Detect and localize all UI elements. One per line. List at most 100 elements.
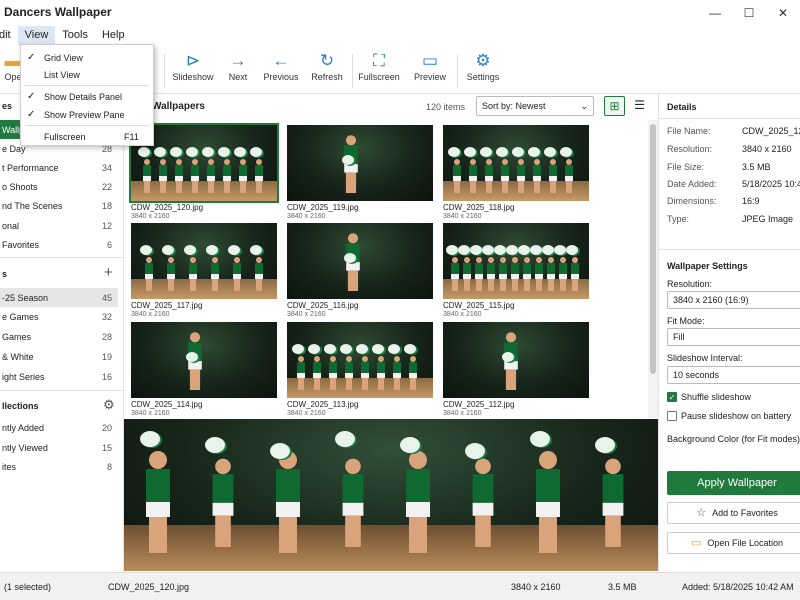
menu-item-fullscreen[interactable]: Fullscreen F11	[21, 128, 153, 145]
thumbnail-image[interactable]	[131, 223, 277, 299]
sidebar-item[interactable]: t Performance 34	[0, 158, 118, 177]
sidebar-item-label: ites	[2, 461, 17, 472]
open-file-location-button[interactable]: ▭ Open File Location	[667, 532, 800, 554]
status-filename: CDW_2025_120.jpg	[108, 582, 190, 592]
dancer-figure	[175, 159, 183, 194]
thumbnail-image[interactable]	[287, 223, 433, 299]
fullscreen-button[interactable]: ⛶ Fullscreen	[358, 50, 400, 82]
slideshow-button[interactable]: ⊳ Slideshow	[172, 50, 214, 82]
maximize-icon[interactable]: ☐	[732, 0, 766, 26]
close-icon[interactable]: ✕	[766, 0, 800, 26]
pom-pom-shape	[465, 443, 485, 459]
thumbnail-image[interactable]	[443, 223, 589, 299]
toolbar-divider	[352, 54, 353, 88]
sidebar-item-count: 12	[101, 220, 112, 231]
thumbnail-dimensions: 3840 x 2160	[287, 311, 326, 318]
thumbnail-image[interactable]	[287, 125, 433, 201]
sidebar-item[interactable]: ntly Added 20	[0, 418, 118, 437]
sidebar-item[interactable]: Games 28	[0, 327, 118, 346]
menu-view[interactable]: View	[17, 26, 56, 46]
dancer-figure	[393, 356, 401, 391]
pom-pom-shape	[530, 245, 542, 255]
previous-button[interactable]: ← Previous	[262, 50, 300, 82]
dancer-figure	[499, 257, 507, 292]
dancer-figure	[511, 257, 519, 292]
menu-help[interactable]: Help	[95, 26, 132, 46]
grid-view-icon[interactable]: ⊞	[604, 96, 625, 116]
menu-bar: dit View Tools Help	[0, 26, 800, 46]
dancer-figure	[487, 257, 495, 292]
menu-item-show-details[interactable]: ✓ Show Details Panel	[21, 88, 153, 105]
sidebar-section-header: es	[2, 101, 13, 111]
status-size: 3.5 MB	[608, 582, 637, 592]
gallery-scrollbar[interactable]	[648, 120, 658, 418]
sidebar-item[interactable]: onal 12	[0, 216, 118, 235]
resolution-dropdown[interactable]: 3840 x 2160 (16:9)	[667, 291, 800, 309]
dancer-figure	[189, 257, 197, 292]
menu-item-show-preview[interactable]: ✓ Show Preview Pane	[21, 106, 153, 123]
sidebar-item[interactable]: Favorites 6	[0, 235, 118, 254]
sidebar-item[interactable]: ight Series 16	[0, 367, 118, 386]
minimize-icon[interactable]: —	[698, 0, 732, 26]
thumbnail-dimensions: 3840 x 2160	[131, 311, 170, 318]
detail-key: Type:	[667, 214, 690, 224]
menu-item-list-view[interactable]: List View	[21, 66, 153, 83]
list-view-icon[interactable]: ☰	[629, 96, 650, 116]
pom-pom-shape	[506, 245, 518, 255]
sidebar-item[interactable]: ites 8	[0, 457, 118, 476]
add-icon[interactable]: +	[104, 264, 113, 281]
shuffle-checkbox[interactable]: ✓ Shuffle slideshow	[667, 392, 751, 402]
title-bar: s Dancers Wallpaper — ☐ ✕	[0, 0, 800, 26]
sidebar-item[interactable]: -25 Season 45	[0, 288, 118, 307]
fit-mode-dropdown[interactable]: Fill	[667, 328, 800, 346]
pom-pom-shape	[388, 344, 400, 354]
thumbnail-filename: CDW_2025_115.jpg	[443, 301, 515, 310]
refresh-button[interactable]: ↻ Refresh	[310, 50, 344, 82]
menu-tools[interactable]: Tools	[55, 26, 95, 46]
thumbnail-image[interactable]	[443, 322, 589, 398]
sidebar-item[interactable]: & White 19	[0, 347, 118, 366]
sidebar-item[interactable]: e Games 32	[0, 307, 118, 326]
menu-item-grid-view[interactable]: ✓ Grid View	[21, 49, 153, 66]
menu-edit[interactable]: dit	[0, 26, 18, 46]
sidebar-item[interactable]: ntly Viewed 15	[0, 438, 118, 457]
pom-pom-shape	[335, 431, 355, 447]
thumbnail-image[interactable]	[287, 322, 433, 398]
add-to-favorites-button[interactable]: ☆ Add to Favorites	[667, 502, 800, 524]
sort-dropdown[interactable]: Sort by: Newest ⌄	[476, 96, 594, 116]
sidebar-item[interactable]: nd The Scenes 18	[0, 196, 118, 215]
pom-pom-shape	[464, 147, 476, 157]
pom-pom-shape	[544, 147, 556, 157]
preview-button[interactable]: ▭ Preview	[412, 50, 448, 82]
pom-pom-shape	[250, 147, 262, 157]
thumbnail-image[interactable]	[443, 125, 589, 201]
settings-button[interactable]: ⚙ Settings	[464, 50, 502, 82]
detail-key: File Name:	[667, 126, 711, 136]
dancer-figure	[377, 356, 385, 391]
interval-dropdown[interactable]: 10 seconds	[667, 366, 800, 384]
thumbnail-image[interactable]	[131, 322, 277, 398]
menu-item-shortcut: F11	[124, 132, 139, 142]
dancer-figure	[453, 159, 461, 194]
sidebar-item-count: 16	[101, 371, 112, 382]
next-button[interactable]: → Next	[224, 50, 252, 82]
pom-pom-shape	[162, 245, 174, 255]
sidebar-item-count: 32	[101, 311, 112, 322]
dancer-figure	[191, 159, 199, 194]
pause-battery-checkbox[interactable]: Pause slideshow on battery	[667, 411, 791, 421]
sidebar-item-count: 34	[101, 162, 112, 173]
pom-pom-shape	[186, 147, 198, 157]
thumbnail-dimensions: 3840 x 2160	[131, 213, 170, 220]
pom-pom-shape	[292, 344, 304, 354]
pom-pom-shape	[528, 147, 540, 157]
detail-value: 16:9	[742, 196, 760, 206]
gear-icon[interactable]: ⚙	[103, 397, 115, 413]
interval-value: 10 seconds	[673, 370, 720, 380]
pom-pom-shape	[206, 245, 218, 255]
sidebar-item[interactable]: o Shoots 22	[0, 177, 118, 196]
thumbnail-dimensions: 3840 x 2160	[443, 213, 482, 220]
dancer-figure	[342, 458, 364, 547]
apply-wallpaper-button[interactable]: Apply Wallpaper	[667, 471, 800, 495]
dancer-figure	[406, 451, 430, 553]
scrollbar-thumb[interactable]	[650, 124, 656, 374]
